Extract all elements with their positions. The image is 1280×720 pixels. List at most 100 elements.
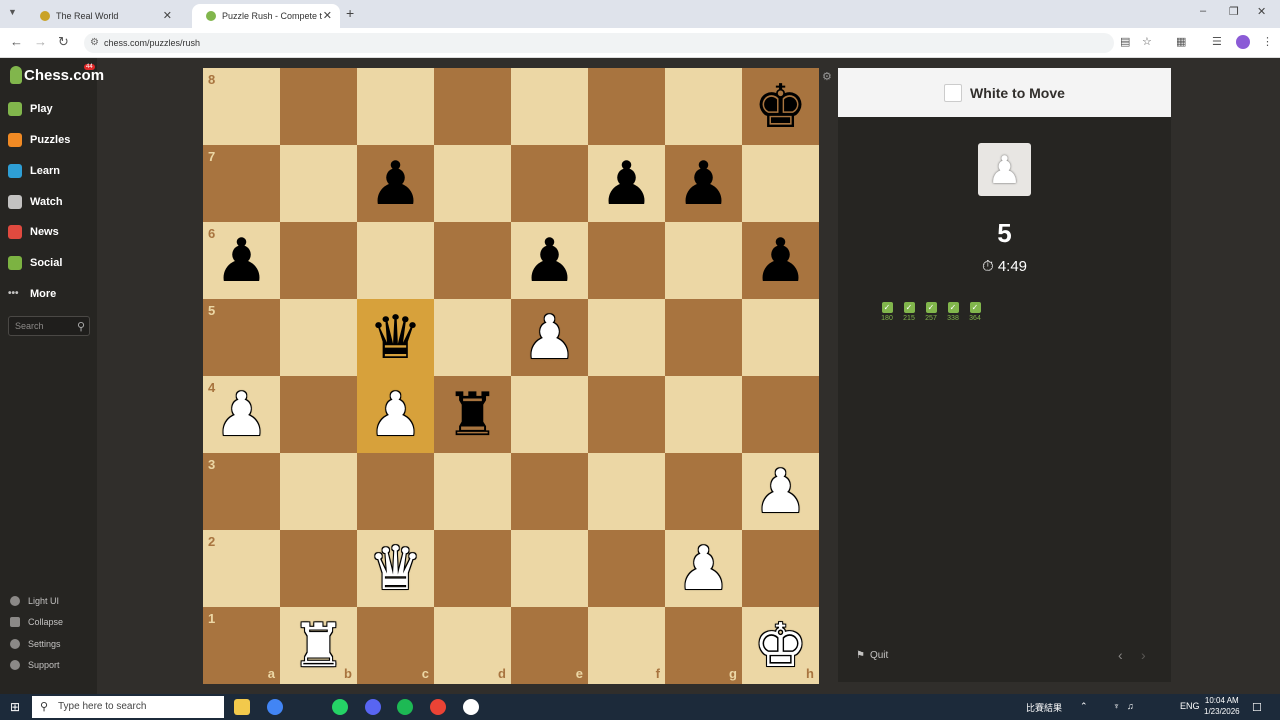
black-pawn-piece-f7[interactable]: ♟ [588,145,665,222]
result-item[interactable]: ✓ 215 [898,302,920,322]
square-f4[interactable] [588,376,665,453]
sidebar-item-social[interactable]: Social [8,256,62,270]
result-item[interactable]: ✓ 180 [876,302,898,322]
spotify-icon[interactable] [397,699,413,715]
black-pawn-piece-h6[interactable]: ♟ [742,222,819,299]
app-icon[interactable] [463,699,479,715]
square-d7[interactable] [434,145,511,222]
tab-active[interactable]: Puzzle Rush - Compete to S ✕ [192,4,340,28]
network-icon[interactable]: ♆ [1113,701,1120,711]
volume-icon[interactable]: ♫ [1127,701,1134,711]
maximize-icon[interactable]: ❐ [1229,5,1239,18]
square-h7[interactable] [742,145,819,222]
square-f1[interactable]: f [588,607,665,684]
url-field[interactable]: ⚙ chess.com/puzzles/rush [84,33,1114,53]
close-window-icon[interactable]: ✕ [1257,5,1266,18]
tray-arrow-icon[interactable]: ⌃ [1080,701,1088,712]
square-b6[interactable] [280,222,357,299]
square-f5[interactable] [588,299,665,376]
square-f6[interactable] [588,222,665,299]
tab-close-icon[interactable]: ✕ [163,9,172,22]
minimize-icon[interactable]: – [1200,5,1206,17]
chrome-icon[interactable] [267,699,283,715]
result-item[interactable]: ✓ 364 [964,302,986,322]
media-icon[interactable]: ☰ [1212,35,1222,48]
square-g5[interactable] [665,299,742,376]
square-c8[interactable] [357,68,434,145]
white-pawn-piece-e5[interactable]: ♟ [511,299,588,376]
extensions-icon[interactable]: ▦ [1176,35,1186,48]
language-indicator[interactable]: ENG [1180,701,1200,711]
reload-icon[interactable]: ↻ [58,34,69,50]
tray-notification-text[interactable]: 比賽結果 [1026,701,1062,714]
chesscom-logo[interactable]: Chess.com 44 [10,64,104,84]
sidebar-item-play[interactable]: Play [8,102,53,116]
next-arrow-icon[interactable]: › [1141,647,1146,663]
square-a2[interactable]: 2 [203,530,280,607]
square-g8[interactable] [665,68,742,145]
result-item[interactable]: ✓ 257 [920,302,942,322]
menu-icon[interactable]: ⋮ [1262,35,1273,48]
site-info-icon[interactable]: ⚙ [90,33,99,53]
black-pawn-piece-a6[interactable]: ♟ [203,222,280,299]
white-pawn-piece-c4[interactable]: ♟ [357,376,434,453]
square-h5[interactable] [742,299,819,376]
square-a7[interactable]: 7 [203,145,280,222]
square-g1[interactable]: g [665,607,742,684]
chess-board[interactable]: 8 7 6 5 4 3 2 1 a b c d e f g h ♚ ♟ ♟ ♟ ♟ ♟ ♟ ♛ ♟ ♟ ♟ ♜ ♟ ♛ ♟ ♜ ♚ [203,68,819,684]
whatsapp-icon[interactable] [332,699,348,715]
profile-avatar[interactable] [1236,35,1250,49]
square-g6[interactable] [665,222,742,299]
square-h2[interactable] [742,530,819,607]
black-pawn-piece-e6[interactable]: ♟ [511,222,588,299]
black-king-piece-h8[interactable]: ♚ [742,68,819,145]
notifications-icon[interactable]: ☐ [1252,701,1262,714]
search-icon[interactable]: ⚲ [77,318,85,336]
square-c3[interactable] [357,453,434,530]
square-e2[interactable] [511,530,588,607]
light-ui-button[interactable]: Light UI [10,596,59,606]
square-a5[interactable]: 5 [203,299,280,376]
board-settings-gear-icon[interactable]: ⚙ [822,70,832,83]
sidebar-item-puzzles[interactable]: Puzzles [8,133,70,147]
white-pawn-piece-a4[interactable]: ♟ [203,376,280,453]
new-tab-icon[interactable]: + [346,5,354,21]
sidebar-item-news[interactable]: News [8,225,59,239]
square-d5[interactable] [434,299,511,376]
square-b4[interactable] [280,376,357,453]
square-d6[interactable] [434,222,511,299]
settings-button[interactable]: Settings [10,639,61,649]
taskbar-search-input[interactable]: ⚲ Type here to search [32,696,224,718]
square-f2[interactable] [588,530,665,607]
result-item[interactable]: ✓ 338 [942,302,964,322]
quit-button[interactable]: ⚑ Quit [856,650,888,661]
square-b3[interactable] [280,453,357,530]
white-king-piece-h1[interactable]: ♚ [742,607,819,684]
sidebar-item-watch[interactable]: Watch [8,195,63,209]
install-icon[interactable]: ▤ [1120,35,1130,48]
discord-icon[interactable] [365,699,381,715]
square-f3[interactable] [588,453,665,530]
square-e4[interactable] [511,376,588,453]
square-c1[interactable]: c [357,607,434,684]
sidebar-item-more[interactable]: ••• More [8,287,56,301]
chrome-profile-icon[interactable] [430,699,446,715]
black-queen-piece-c5[interactable]: ♛ [357,299,434,376]
sidebar-item-learn[interactable]: Learn [8,164,60,178]
square-h4[interactable] [742,376,819,453]
square-g4[interactable] [665,376,742,453]
sidebar-search-input[interactable]: Search ⚲ [8,316,90,336]
square-g3[interactable] [665,453,742,530]
black-pawn-piece-g7[interactable]: ♟ [665,145,742,222]
white-pawn-piece-h3[interactable]: ♟ [742,453,819,530]
white-pawn-piece-g2[interactable]: ♟ [665,530,742,607]
bookmark-star-icon[interactable]: ☆ [1142,35,1152,48]
white-rook-piece-b1[interactable]: ♜ [280,607,357,684]
square-e3[interactable] [511,453,588,530]
collapse-button[interactable]: Collapse [10,617,63,627]
square-a1[interactable]: 1a [203,607,280,684]
square-c6[interactable] [357,222,434,299]
square-b2[interactable] [280,530,357,607]
tab-close-icon[interactable]: ✕ [323,9,332,22]
square-a8[interactable]: 8 [203,68,280,145]
